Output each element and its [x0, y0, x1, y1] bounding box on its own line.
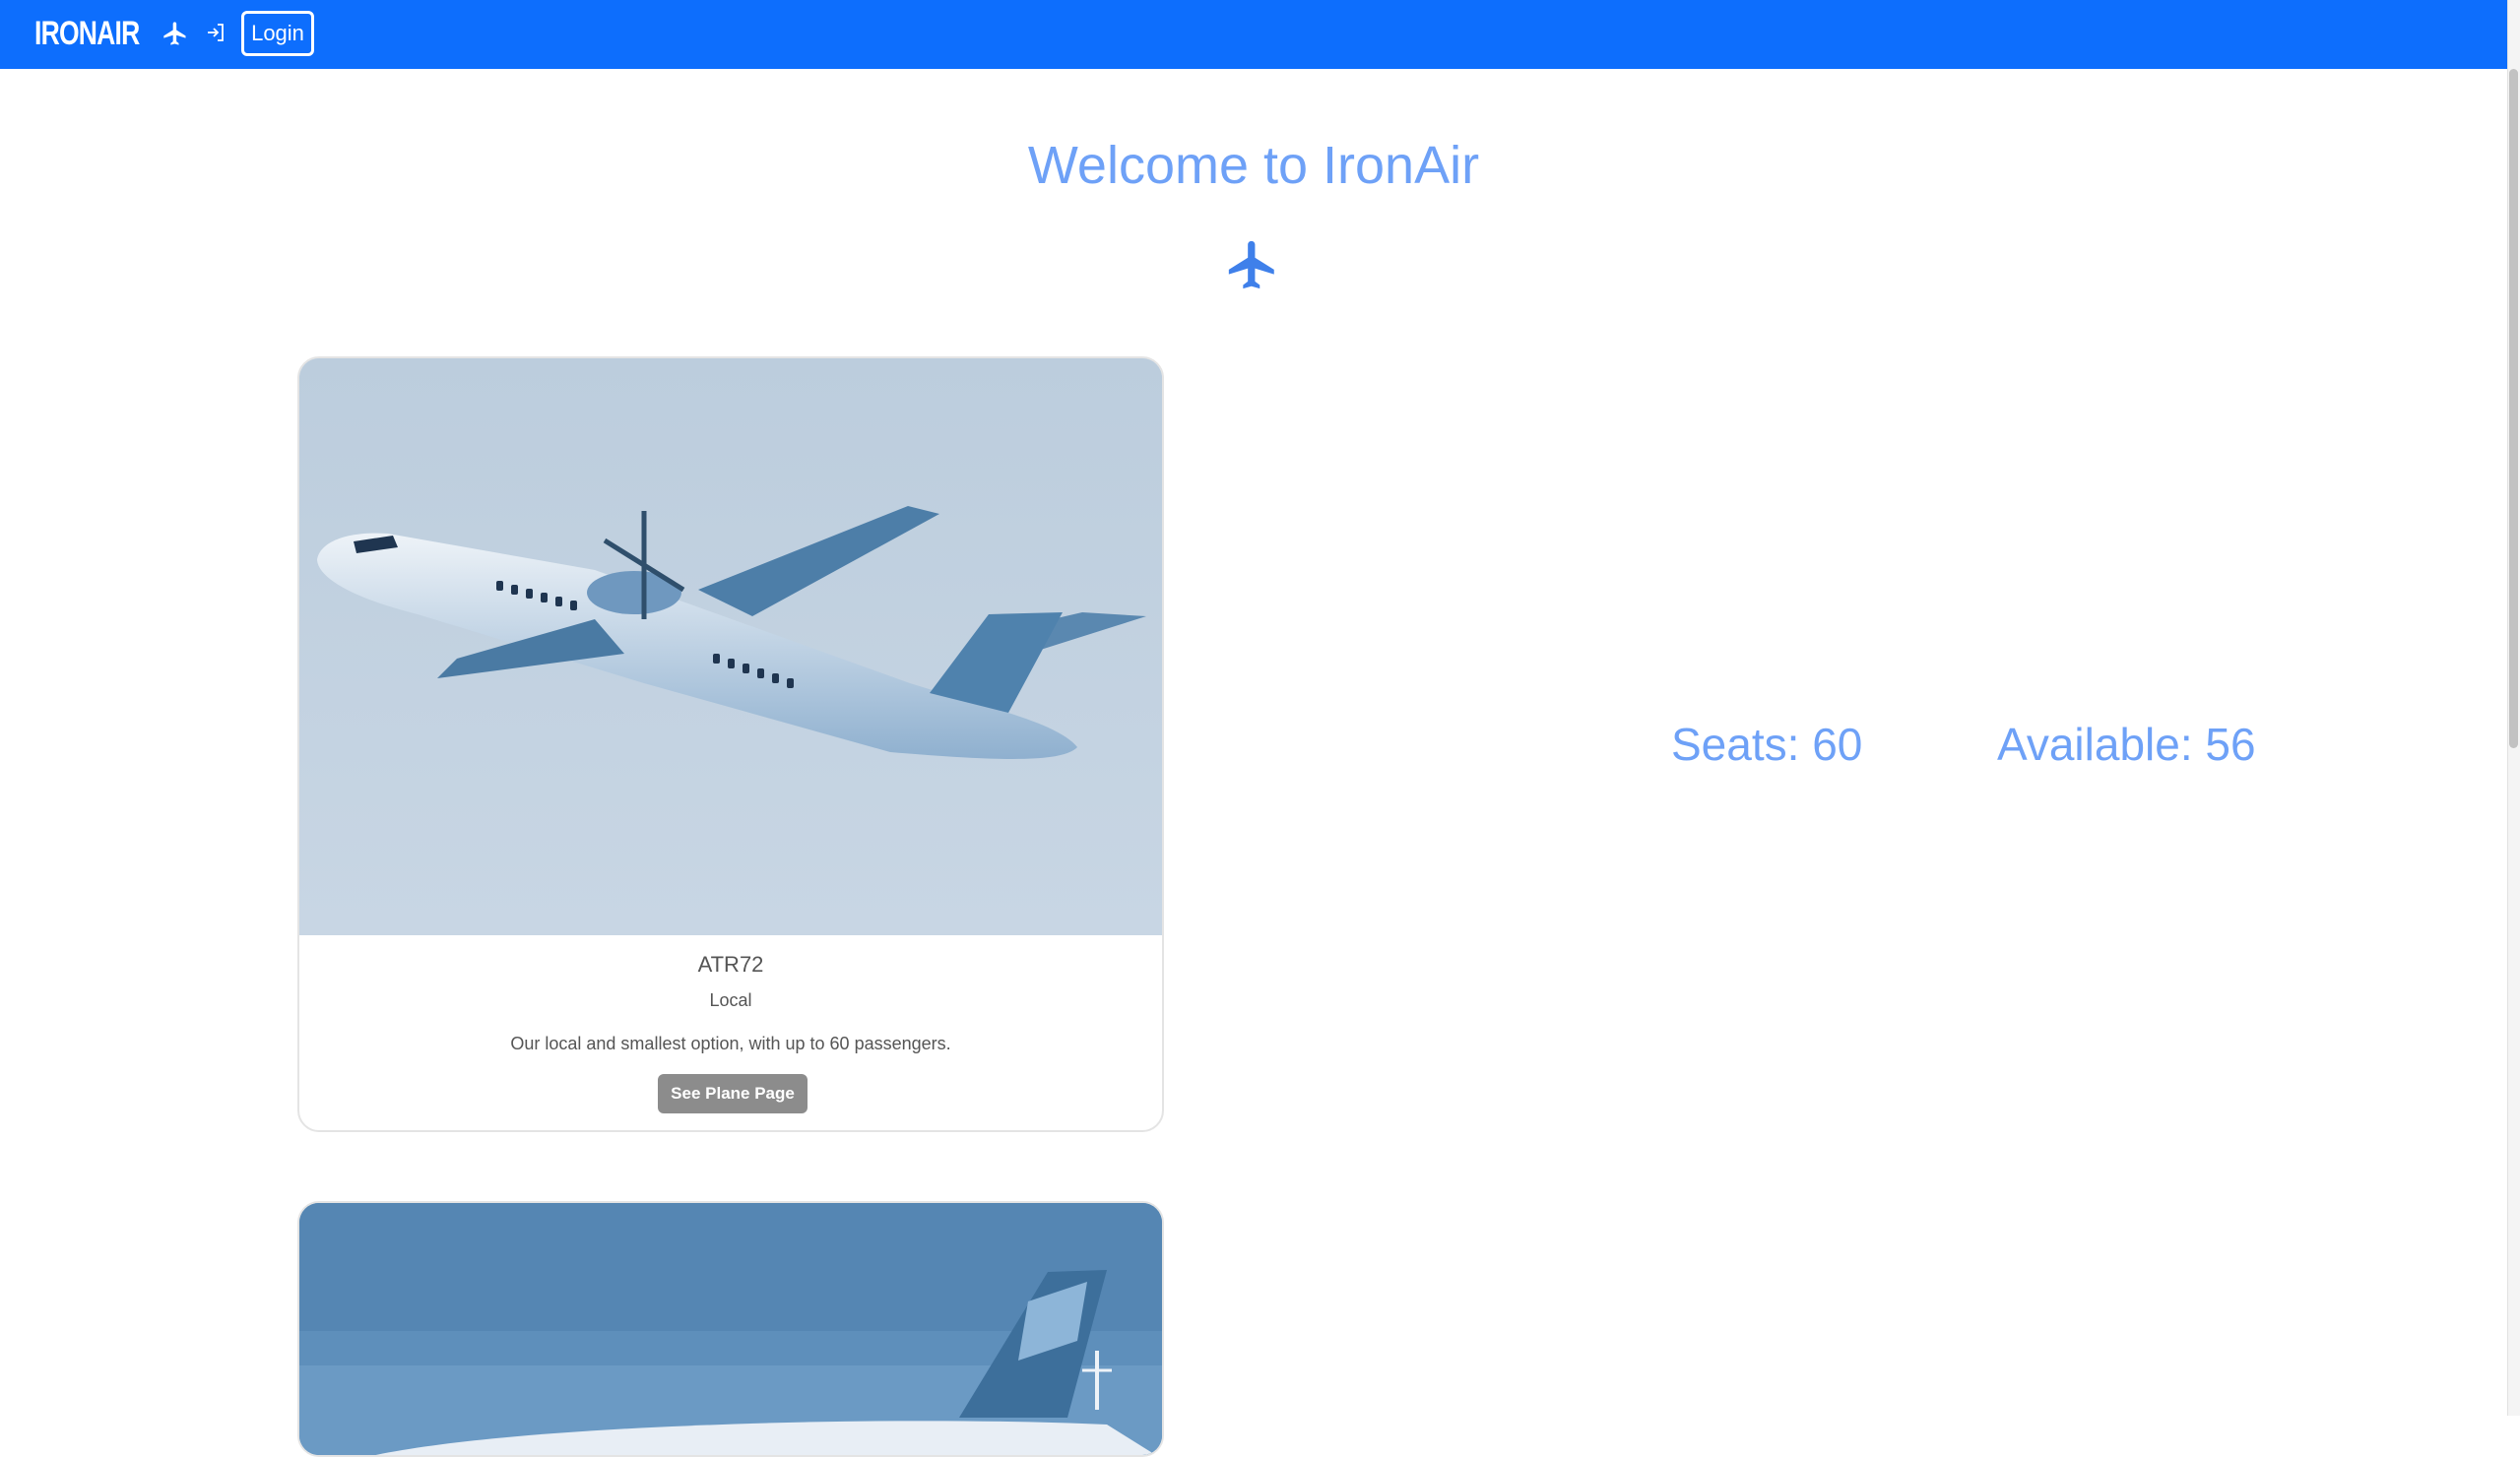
- login-icon[interactable]: [204, 21, 227, 44]
- plane-card: [297, 1201, 1164, 1457]
- plane-category: Local: [709, 990, 752, 1010]
- login-button[interactable]: Login: [241, 11, 314, 56]
- page-title: Welcome to IronAir: [1027, 136, 1480, 195]
- seats-count: Seats: 60: [1671, 719, 1863, 770]
- plane-image: [299, 1203, 1162, 1455]
- airplane-icon: [1228, 240, 1274, 289]
- airplane-photo: [299, 358, 1162, 935]
- airplane-photo: [299, 1203, 1162, 1455]
- top-navbar: IRONAIR Login: [0, 0, 2507, 69]
- plane-description: Our local and smallest option, with up t…: [510, 1034, 951, 1053]
- airplane-icon[interactable]: [162, 20, 189, 47]
- scrollbar-thumb[interactable]: [2509, 69, 2518, 748]
- see-plane-page-button[interactable]: See Plane Page: [658, 1074, 808, 1113]
- brand-logo[interactable]: IRONAIR: [34, 14, 140, 53]
- plane-name: ATR72: [697, 952, 764, 977]
- plane-image: [299, 358, 1162, 935]
- plane-card: ATR72 Local Our local and smallest optio…: [297, 356, 1164, 1132]
- available-count: Available: 56: [1997, 719, 2256, 770]
